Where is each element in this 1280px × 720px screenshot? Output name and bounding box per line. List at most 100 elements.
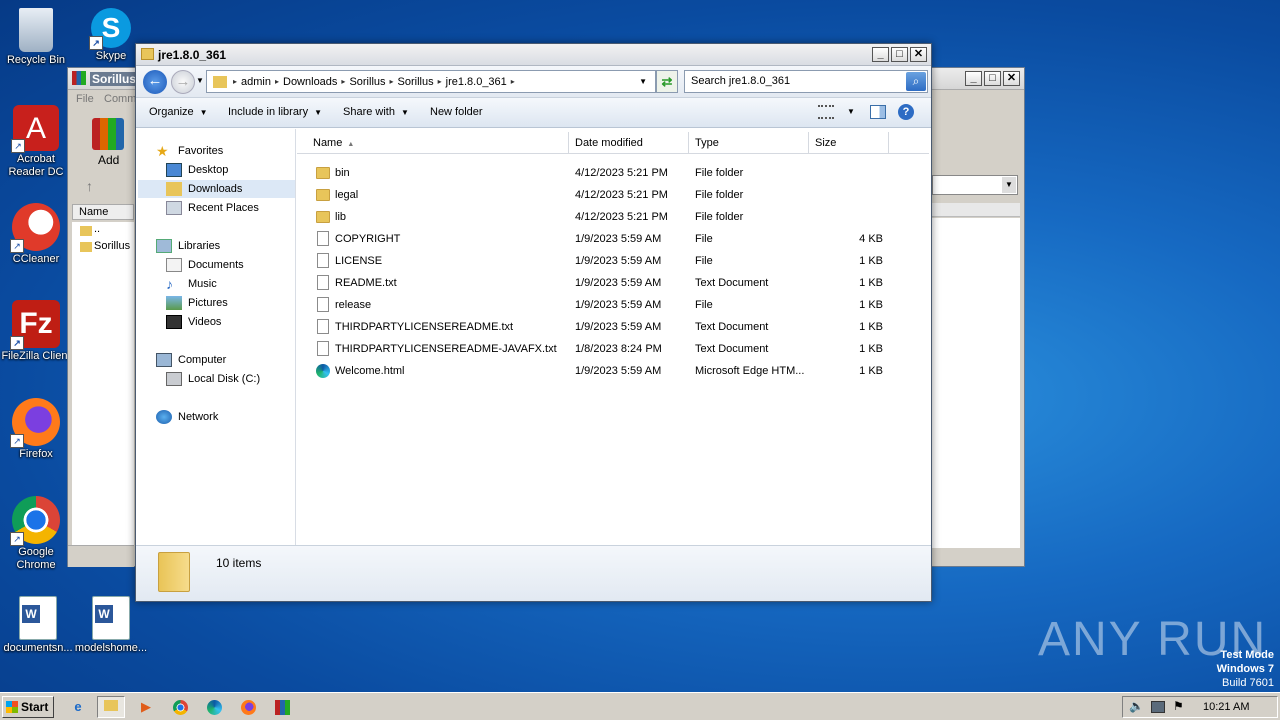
file-size: 1 KB — [859, 365, 883, 377]
file-row[interactable]: release 1/9/2023 5:59 AM File 1 KB — [297, 294, 929, 316]
breadcrumb-sorillus[interactable]: Sorillus — [349, 76, 385, 88]
network-tray-icon[interactable] — [1151, 701, 1165, 713]
winrar-taskbar-icon[interactable] — [268, 696, 296, 718]
local-disk-icon — [166, 372, 182, 386]
back-col-name[interactable]: Name — [72, 204, 134, 220]
folder-icon — [316, 189, 330, 201]
organize-button[interactable]: Organize ▼ — [149, 106, 208, 118]
explorer-window[interactable]: jre1.8.0_361 _ □ ✕ ← → ▼ ▸ admin ▸ Downloa… — [135, 43, 932, 602]
search-icon[interactable]: ⌕ — [906, 72, 926, 91]
file-row[interactable]: THIRDPARTYLICENSEREADME.txt 1/9/2023 5:59… — [297, 316, 929, 338]
file-row[interactable]: Welcome.html 1/9/2023 5:59 AM Microsoft Ed… — [297, 360, 929, 382]
nav-documents[interactable]: Documents — [166, 256, 244, 274]
back-maximize-button[interactable]: □ — [984, 71, 1001, 86]
column-name[interactable]: Name ▲ — [307, 132, 569, 154]
desktop-icon-chrome[interactable]: ↗ Google Chrome — [0, 496, 74, 572]
list-item[interactable]: Sorillus — [94, 240, 130, 252]
nav-network[interactable]: Network — [156, 408, 218, 426]
nav-libraries[interactable]: Libraries — [156, 237, 220, 255]
file-date-modified: 1/9/2023 5:59 AM — [575, 321, 662, 333]
file-size: 1 KB — [859, 343, 883, 355]
view-dropdown-icon[interactable]: ▼ — [847, 107, 855, 116]
breadcrumb-admin[interactable]: admin — [241, 76, 271, 88]
nav-videos[interactable]: Videos — [166, 313, 221, 331]
edge-taskbar-icon[interactable] — [200, 696, 228, 718]
clock[interactable]: 10:21 AM — [1203, 701, 1249, 713]
help-icon[interactable]: ? — [898, 104, 914, 120]
ie-taskbar-icon[interactable]: e — [64, 696, 92, 718]
file-row[interactable]: THIRDPARTYLICENSEREADME-JAVAFX.txt 1/8/20… — [297, 338, 929, 360]
back-menu-file[interactable]: File — [76, 93, 94, 105]
nav-desktop[interactable]: Desktop — [166, 161, 228, 179]
file-type: File folder — [695, 167, 744, 179]
preview-pane-icon[interactable] — [870, 105, 886, 119]
desktop-icon-documentsn[interactable]: W documentsn... — [0, 596, 76, 655]
action-center-flag-icon[interactable]: ⚑ — [1173, 699, 1184, 713]
desktop-icon-recycle-bin[interactable]: Recycle Bin — [0, 6, 74, 67]
search-input[interactable]: Search jre1.8.0_361 ⌕ — [684, 70, 928, 93]
view-options-icon[interactable] — [818, 105, 834, 119]
minimize-button[interactable]: _ — [872, 47, 889, 62]
videos-icon — [166, 315, 182, 329]
file-name: THIRDPARTYLICENSEREADME-JAVAFX.txt — [335, 343, 557, 355]
start-button[interactable]: Start — [2, 696, 54, 718]
breadcrumb-downloads[interactable]: Downloads — [283, 76, 337, 88]
up-arrow-icon[interactable]: ↑ — [86, 178, 93, 194]
volume-icon[interactable]: 🔈 — [1129, 699, 1144, 713]
recent-pages-dropdown[interactable]: ▼ — [196, 76, 204, 85]
explorer-taskbar-icon[interactable] — [97, 696, 125, 718]
navigation-pane[interactable]: ★ Favorites Desktop Downloads Recent Plac… — [136, 129, 296, 545]
file-row[interactable]: lib 4/12/2023 5:21 PM File folder — [297, 206, 929, 228]
details-pane: 10 items — [136, 545, 931, 601]
back-menu-commands[interactable]: Comm — [104, 93, 136, 105]
firefox-taskbar-icon[interactable] — [234, 696, 262, 718]
chrome-taskbar-icon[interactable] — [166, 696, 194, 718]
column-size[interactable]: Size — [809, 132, 889, 154]
add-button[interactable]: Add — [98, 153, 119, 167]
desktop-icon — [166, 163, 182, 177]
breadcrumb-sorillus-2[interactable]: Sorillus — [398, 76, 434, 88]
file-name: LICENSE — [335, 255, 383, 267]
desktop-icon-modelshome[interactable]: W modelshome... — [73, 596, 149, 655]
address-dropdown-icon[interactable]: ▼ — [639, 77, 647, 86]
new-folder-button[interactable]: New folder — [430, 106, 483, 118]
address-bar[interactable]: ▸ admin ▸ Downloads ▸ Sorillus ▸ Sorillus ▸ j… — [206, 70, 656, 93]
file-row[interactable]: legal 4/12/2023 5:21 PM File folder — [297, 184, 929, 206]
file-row[interactable]: bin 4/12/2023 5:21 PM File folder — [297, 162, 929, 184]
file-name: COPYRIGHT — [335, 233, 401, 245]
column-type[interactable]: Type — [689, 132, 809, 154]
filezilla-icon: Fz ↗ — [10, 300, 60, 350]
back-minimize-button[interactable]: _ — [965, 71, 982, 86]
desktop-icon-ccleaner[interactable]: ↗ CCleaner — [0, 203, 74, 266]
chevron-down-icon[interactable]: ▼ — [1002, 177, 1016, 193]
close-button[interactable]: ✕ — [910, 47, 927, 62]
back-button[interactable]: ← — [143, 70, 167, 94]
title-bar[interactable]: jre1.8.0_361 _ □ ✕ — [136, 44, 931, 66]
file-row[interactable]: README.txt 1/9/2023 5:59 AM Text Document 1… — [297, 272, 929, 294]
nav-local-disk[interactable]: Local Disk (C:) — [166, 370, 260, 388]
include-in-library-button[interactable]: Include in library ▼ — [228, 106, 322, 118]
share-with-button[interactable]: Share with ▼ — [343, 106, 409, 118]
file-row[interactable]: LICENSE 1/9/2023 5:59 AM File 1 KB — [297, 250, 929, 272]
downloads-folder-icon — [166, 182, 182, 196]
nav-recent-places[interactable]: Recent Places — [166, 199, 259, 217]
file-date-modified: 4/12/2023 5:21 PM — [575, 211, 668, 223]
nav-favorites[interactable]: ★ Favorites — [156, 142, 223, 160]
nav-music[interactable]: ♪ Music — [166, 275, 217, 293]
forward-button[interactable]: → — [171, 70, 195, 94]
desktop-icon-acrobat[interactable]: A ↗ Acrobat Reader DC — [0, 105, 74, 179]
desktop-icon-filezilla[interactable]: Fz ↗ FileZilla Client — [0, 300, 74, 363]
desktop-icon-firefox[interactable]: ↗ Firefox — [0, 398, 74, 461]
refresh-button[interactable]: ⇄ — [656, 70, 678, 93]
file-row[interactable]: COPYRIGHT 1/9/2023 5:59 AM File 4 KB — [297, 228, 929, 250]
nav-computer[interactable]: Computer — [156, 351, 226, 369]
list-item[interactable]: .. — [94, 223, 100, 235]
column-date-modified[interactable]: Date modified — [569, 132, 689, 154]
maximize-button[interactable]: □ — [891, 47, 908, 62]
back-close-button[interactable]: ✕ — [1003, 71, 1020, 86]
firefox-icon: ↗ — [10, 398, 60, 448]
media-player-taskbar-icon[interactable]: ▶ — [132, 696, 160, 718]
nav-pictures[interactable]: Pictures — [166, 294, 228, 312]
breadcrumb-jre[interactable]: jre1.8.0_361 — [446, 76, 507, 88]
nav-downloads[interactable]: Downloads — [138, 180, 295, 198]
